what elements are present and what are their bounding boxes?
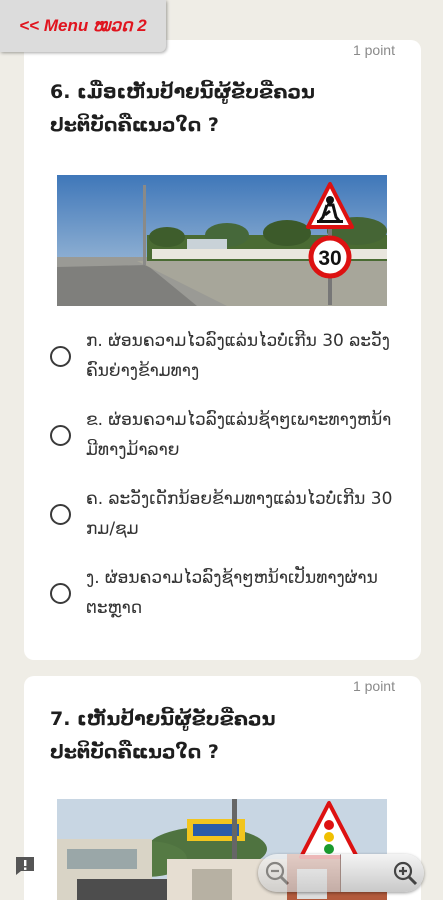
answer-option[interactable]: ຂ. ຜ່ອນຄວາມໄວລົງແລ່ນຊ້າໆເພາະທາງຫນ້າມີທາງ… <box>50 403 405 482</box>
option-label: ຄ. ລະວັງເດັກນ້ອຍຂ້າມທາງແລ່ນໄວບໍ່ເກີນ 30 … <box>86 489 393 539</box>
speed-limit-text: 30 <box>318 247 341 270</box>
answer-option[interactable]: ງ. ຜ່ອນຄວາມໄວລົງຊ້າໆຫນ້າເປັນທາງຜ່ານຕະຫຼາ… <box>50 561 405 640</box>
question-image: 30 <box>57 175 387 306</box>
option-label: ງ. ຜ່ອນຄວາມໄວລົງຊ້າໆຫນ້າເປັນທາງຜ່ານຕະຫຼາ… <box>86 568 378 618</box>
question-title: 6. ເມື່ອເຫັນປ້າຍນີ້ຜູ້ຂັບຂີ່ຄວນປະຕິບັດຄື… <box>50 81 315 136</box>
zoom-out-button[interactable] <box>258 854 341 892</box>
zoom-controls <box>258 854 424 892</box>
radio-button[interactable] <box>50 346 71 367</box>
question-title: 7. ເຫັນປ້າຍນີ້ຜູ້ຂັບຂີ່ຄວນປະຕິບັດຄືແນວໃດ… <box>50 708 276 763</box>
question-header: 6. ເມື່ອເຫັນປ້າຍນີ້ຜູ້ຂັບຂີ່ຄວນປະຕິບັດຄື… <box>24 40 421 142</box>
zoom-in-icon <box>393 861 418 886</box>
question-header: 7. ເຫັນປ້າຍນີ້ຜູ້ຂັບຂີ່ຄວນປະຕິບັດຄືແນວໃດ… <box>24 676 421 769</box>
zoom-out-icon <box>265 861 290 886</box>
question-points: 1 point <box>352 42 395 58</box>
radio-button[interactable] <box>50 583 71 604</box>
answer-options: ກ. ຜ່ອນຄວາມໄວລົງແລ່ນໄວບໍ່ເກີນ 30 ລະວັງຄົ… <box>50 324 405 640</box>
radio-button[interactable] <box>50 504 71 525</box>
question-points: 1 point <box>352 678 395 694</box>
zoom-in-button[interactable] <box>341 854 424 892</box>
answer-option[interactable]: ຄ. ລະວັງເດັກນ້ອຍຂ້າມທາງແລ່ນໄວບໍ່ເກີນ 30 … <box>50 482 405 561</box>
menu-back-button[interactable]: << Menu ໝວດ 2 <box>0 0 166 52</box>
option-label: ຂ. ຜ່ອນຄວາມໄວລົງແລ່ນຊ້າໆເພາະທາງຫນ້າມີທາງ… <box>86 410 392 460</box>
radio-button[interactable] <box>50 425 71 446</box>
report-icon[interactable] <box>14 855 36 877</box>
answer-option[interactable]: ກ. ຜ່ອນຄວາມໄວລົງແລ່ນໄວບໍ່ເກີນ 30 ລະວັງຄົ… <box>50 324 405 403</box>
road-sign-photo: 30 <box>57 175 387 306</box>
option-label: ກ. ຜ່ອນຄວາມໄວລົງແລ່ນໄວບໍ່ເກີນ 30 ລະວັງຄົ… <box>86 331 390 381</box>
question-card-6: 6. ເມື່ອເຫັນປ້າຍນີ້ຜູ້ຂັບຂີ່ຄວນປະຕິບັດຄື… <box>24 40 421 660</box>
